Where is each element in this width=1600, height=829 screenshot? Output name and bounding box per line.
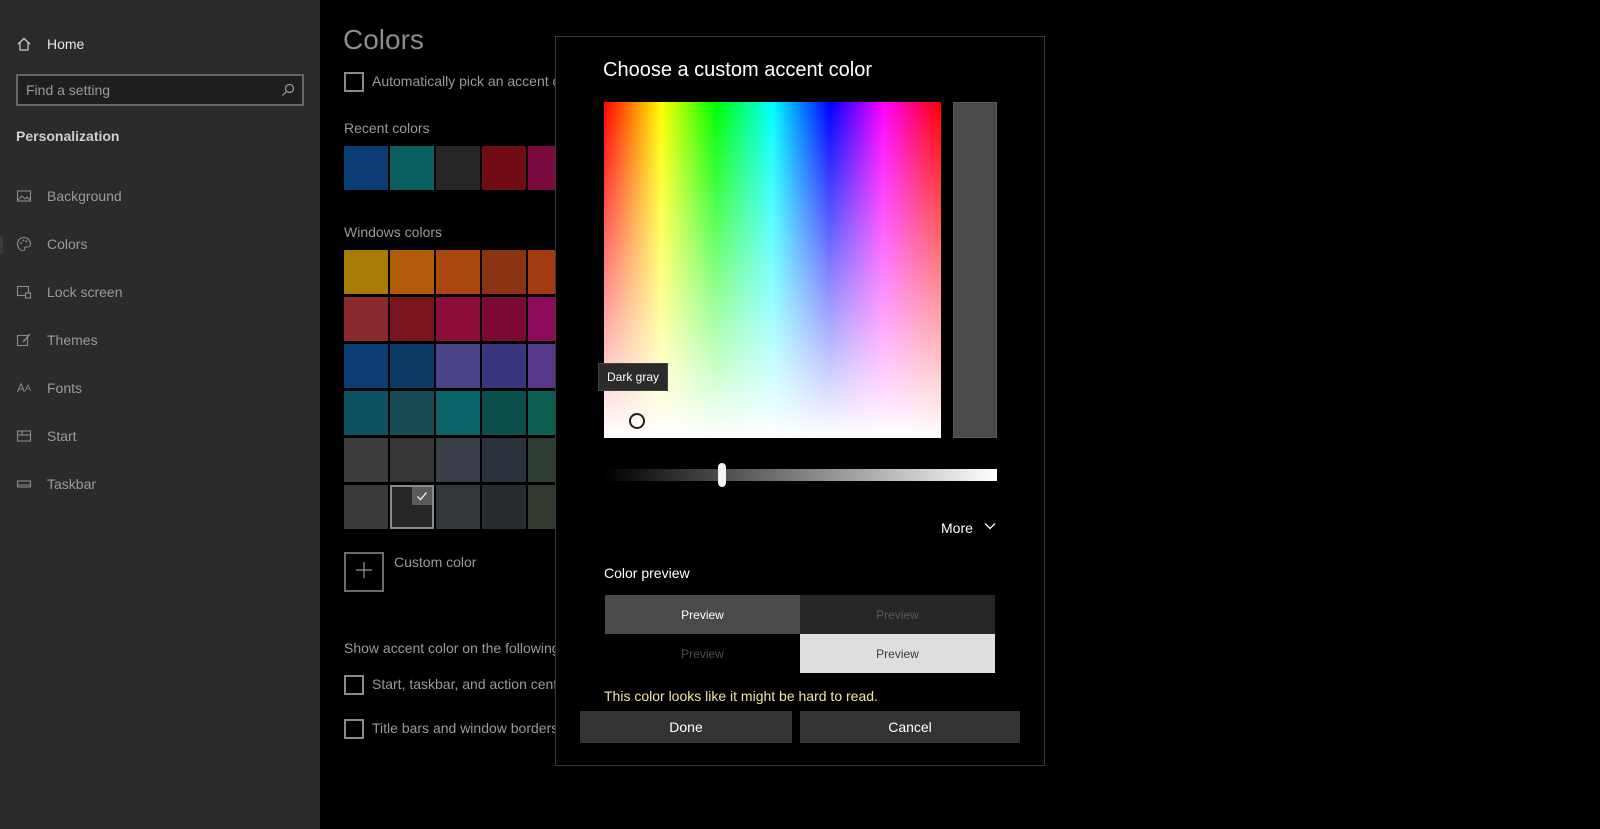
cancel-button[interactable]: Cancel	[800, 711, 1020, 743]
windows-color-swatch[interactable]	[482, 250, 526, 294]
custom-color-button[interactable]	[344, 552, 384, 592]
windows-color-swatch[interactable]	[390, 485, 434, 529]
sidebar-item-taskbar[interactable]: Taskbar	[16, 472, 96, 496]
auto-pick-label: Automatically pick an accent c	[372, 73, 560, 89]
home-icon	[16, 36, 32, 52]
windows-colors-label: Windows colors	[344, 224, 443, 240]
preview-dark-text: Preview	[800, 595, 995, 634]
brightness-slider-thumb[interactable]	[717, 463, 726, 487]
sidebar-item-label: Background	[47, 188, 122, 204]
windows-color-swatch[interactable]	[390, 391, 434, 435]
windows-color-swatch[interactable]	[344, 297, 388, 341]
windows-color-swatch[interactable]	[482, 344, 526, 388]
search-placeholder: Find a setting	[26, 82, 111, 98]
windows-color-swatch[interactable]	[436, 485, 480, 529]
start-taskbar-label: Start, taskbar, and action cente	[372, 676, 566, 692]
selected-indicator	[0, 236, 3, 254]
title-bars-label: Title bars and window borders	[372, 720, 559, 736]
sidebar-item-label: Colors	[47, 236, 88, 252]
windows-color-swatch[interactable]	[344, 250, 388, 294]
checkmark-icon	[412, 487, 432, 505]
recent-color-swatch[interactable]	[436, 146, 480, 190]
picture-icon	[16, 188, 32, 204]
sidebar-item-colors[interactable]: Colors	[16, 232, 87, 256]
brush-icon	[16, 332, 32, 348]
recent-color-swatch[interactable]	[482, 146, 526, 190]
plus-icon	[355, 561, 373, 584]
sidebar: Home Find a setting Personalization Back…	[0, 0, 320, 829]
preview-dark-on-accent: Preview	[605, 595, 800, 634]
windows-color-swatch[interactable]	[436, 250, 480, 294]
show-accent-label: Show accent color on the following	[344, 640, 560, 656]
sidebar-item-themes[interactable]: Themes	[16, 328, 98, 352]
lock-screen-icon	[16, 284, 32, 300]
color-preview-label: Color preview	[604, 565, 690, 581]
sidebar-item-lock-screen[interactable]: Lock screen	[16, 280, 122, 304]
nav-home-label: Home	[47, 36, 85, 52]
sidebar-item-label: Fonts	[47, 380, 83, 396]
color-picker-handle[interactable]	[629, 413, 645, 429]
more-button[interactable]: More	[941, 519, 997, 536]
sidebar-item-label: Start	[47, 428, 77, 444]
windows-color-swatch[interactable]	[390, 297, 434, 341]
windows-color-swatch[interactable]	[482, 438, 526, 482]
title-bars-checkbox[interactable]	[344, 719, 364, 739]
fonts-icon: AA	[16, 381, 32, 395]
windows-color-swatch[interactable]	[482, 485, 526, 529]
windows-color-swatch[interactable]	[436, 297, 480, 341]
more-label: More	[941, 519, 973, 536]
sidebar-item-label: Themes	[47, 332, 98, 348]
sidebar-item-fonts[interactable]: AA Fonts	[16, 376, 82, 400]
windows-color-swatch[interactable]	[390, 250, 434, 294]
windows-color-swatch[interactable]	[482, 297, 526, 341]
sidebar-item-start[interactable]: Start	[16, 424, 77, 448]
search-icon	[280, 82, 296, 101]
brightness-slider[interactable]	[604, 469, 997, 481]
custom-color-label[interactable]: Custom color	[394, 554, 476, 570]
chevron-down-icon	[983, 519, 997, 536]
recent-color-swatch[interactable]	[390, 146, 434, 190]
palette-icon	[16, 236, 32, 252]
windows-color-swatch[interactable]	[482, 391, 526, 435]
dialog-title: Choose a custom accent color	[603, 59, 873, 81]
windows-color-swatch[interactable]	[344, 344, 388, 388]
preview-light-text: Preview	[605, 634, 800, 673]
windows-color-swatch[interactable]	[390, 438, 434, 482]
sidebar-item-label: Lock screen	[47, 284, 123, 300]
recent-color-swatch[interactable]	[344, 146, 388, 190]
windows-color-swatch[interactable]	[390, 344, 434, 388]
sidebar-item-background[interactable]: Background	[16, 184, 122, 208]
sidebar-item-label: Taskbar	[47, 476, 97, 492]
windows-color-swatch[interactable]	[344, 438, 388, 482]
windows-color-swatch[interactable]	[344, 391, 388, 435]
windows-color-swatch[interactable]	[436, 344, 480, 388]
start-taskbar-checkbox[interactable]	[344, 675, 364, 695]
search-input[interactable]: Find a setting	[16, 74, 304, 106]
nav-home[interactable]: Home	[16, 32, 84, 56]
recent-colors-label: Recent colors	[344, 120, 430, 136]
selected-color-preview	[953, 102, 997, 438]
preview-light-on-accent: Preview	[800, 634, 995, 673]
windows-color-swatch[interactable]	[436, 438, 480, 482]
custom-accent-dialog: Choose a custom accent color Dark gray M…	[555, 36, 1045, 766]
windows-color-swatch[interactable]	[344, 485, 388, 529]
page-title: Colors	[343, 24, 424, 55]
auto-pick-checkbox[interactable]	[344, 72, 364, 92]
section-personalization: Personalization	[16, 128, 120, 144]
windows-color-swatch[interactable]	[436, 391, 480, 435]
taskbar-icon	[16, 476, 32, 492]
color-tooltip: Dark gray	[598, 363, 669, 391]
contrast-warning: This color looks like it might be hard t…	[604, 688, 878, 704]
done-button[interactable]: Done	[580, 711, 792, 743]
start-icon	[16, 428, 32, 444]
